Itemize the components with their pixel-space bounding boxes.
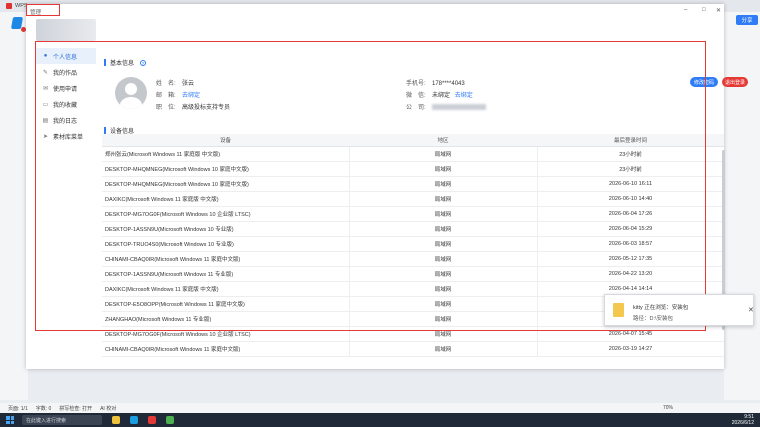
left-rail [0,28,28,400]
status-bar: 页面: 1/1 字数: 0 拼写检查: 打开 AI 校对 70% [0,403,760,413]
transfer-notification[interactable]: kitty 正在浏览：安装包 路径：D:\安装包 [604,294,754,326]
app-logo-icon [10,17,26,32]
notification-line2: 路径：D:\安装包 [633,316,674,322]
table-row: CHINAMI-CBAQ0IR(Microsoft Windows 11 家庭中… [102,341,724,357]
share-button[interactable]: 分享 [736,15,758,25]
highlight-box-content [35,41,706,331]
last-login-cell: 2026-03-19 14:27 [537,341,724,357]
zoom-level[interactable]: 70% [663,405,673,411]
chrome-icon[interactable] [166,416,174,424]
maximize-icon[interactable]: □ [702,7,706,13]
notification-close-icon[interactable]: ✕ [748,306,754,314]
file-explorer-icon[interactable] [112,416,120,424]
page-count: 页面: 1/1 [8,405,28,412]
logout-button[interactable]: 退出登录 [722,77,748,87]
region-cell: 局域网 [349,341,538,357]
ai-proofread[interactable]: AI 校对 [100,405,116,412]
spell-check[interactable]: 拼写检查: 打开 [59,405,92,412]
close-icon[interactable]: ✕ [716,7,721,14]
word-count: 字数: 0 [35,405,52,412]
device-cell: CHINAMI-CBAQ0IR(Microsoft Windows 11 家庭中… [102,341,350,357]
system-clock[interactable]: 9:51 2026/6/12 [732,414,754,426]
wps-taskbar-icon[interactable] [148,416,156,424]
taskbar-search-input[interactable]: 在此键入进行搜索 [22,415,102,425]
wps-logo-icon [6,3,12,9]
highlight-box-title [26,4,60,16]
notification-line1: kitty 正在浏览：安装包 [633,305,689,311]
taskbar: 在此键入进行搜索 [0,413,760,427]
folder-icon [613,303,624,317]
edge-icon[interactable] [130,416,138,424]
user-banner [36,19,96,41]
minimize-icon[interactable]: – [684,7,687,13]
windows-start-icon[interactable] [6,416,14,424]
